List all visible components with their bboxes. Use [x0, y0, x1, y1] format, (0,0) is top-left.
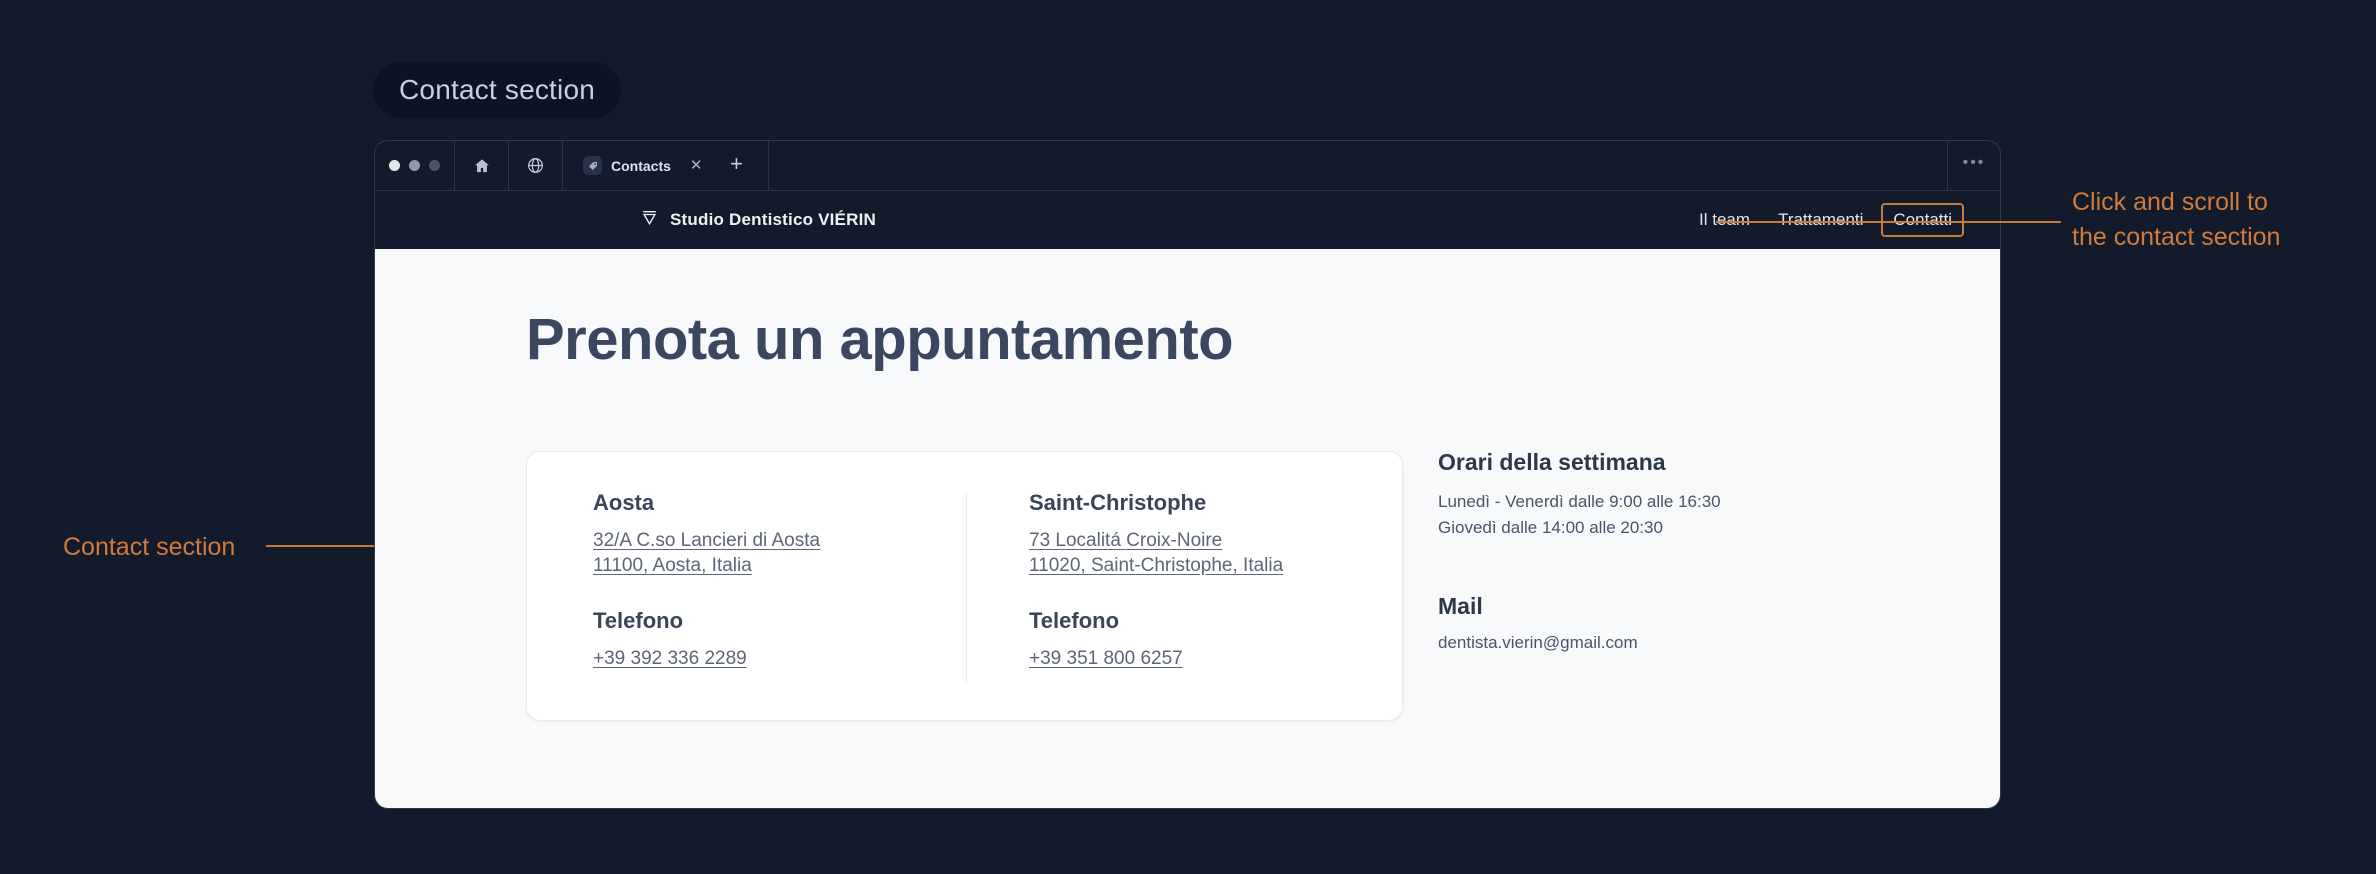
annotation-left-leader-line [266, 545, 374, 547]
location-address-line2[interactable]: 11020, Saint-Christophe, Italia [1029, 553, 1402, 578]
home-button[interactable] [455, 141, 509, 190]
more-menu-icon[interactable]: ••• [1948, 141, 2000, 190]
close-icon[interactable]: ✕ [686, 156, 707, 175]
screenshot-root: Contact section Contacts ✕ + ••• Studio … [0, 0, 2376, 874]
tab-strip: Contacts ✕ + [563, 141, 770, 190]
phone-label: Telefono [593, 608, 684, 634]
location-name: Saint-Christophe [1029, 490, 1207, 515]
location-name: Aosta [593, 490, 655, 515]
nav-link-il-team[interactable]: Il team [1685, 204, 1764, 236]
annotation-right-line2: the contact section [2072, 222, 2281, 251]
site-nav-links: Il team Trattamenti Contatti [1685, 203, 1964, 237]
location-aosta: Aosta 32/A C.so Lancieri di Aosta 11100,… [527, 490, 966, 686]
nav-link-contatti[interactable]: Contatti [1881, 203, 1964, 237]
annotation-right-text: Click and scroll to the contact section [2072, 185, 2280, 254]
funnel-logo-icon [640, 208, 659, 232]
hours-line-2: Giovedì dalle 14:00 alle 20:30 [1438, 518, 1663, 537]
new-tab-button[interactable]: + [714, 153, 758, 178]
hours-line-1: Lunedì - Venerdì dalle 9:00 alle 16:30 [1438, 492, 1721, 511]
tab-bar-spacer [769, 141, 1948, 190]
window-controls[interactable] [375, 141, 455, 190]
phone-number[interactable]: +39 351 800 6257 [1029, 646, 1402, 671]
window-dot-2-icon[interactable] [409, 160, 420, 171]
location-address-line1[interactable]: 73 Localitá Croix-Noire [1029, 528, 1402, 553]
annotation-right-line1: Click and scroll to [2072, 188, 2268, 216]
mail-title: Mail [1438, 593, 1483, 619]
mail-address[interactable]: dentista.vierin@gmail.com [1438, 633, 1858, 653]
page-content: Prenota un appuntamento Aosta 32/A C.so … [375, 249, 2000, 808]
globe-button[interactable] [509, 141, 563, 190]
brand[interactable]: Studio Dentistico VIÉRIN [640, 208, 876, 232]
page-title: Prenota un appuntamento [526, 307, 1234, 372]
browser-window: Contacts ✕ + ••• Studio Dentistico VIÉRI… [374, 140, 2001, 809]
location-address-line2[interactable]: 11100, Aosta, Italia [593, 553, 966, 578]
phone-label: Telefono [1029, 608, 1120, 634]
site-favicon-icon [583, 156, 602, 175]
tab-contacts[interactable]: Contacts ✕ [575, 151, 714, 180]
annotation-right-leader-line [1716, 221, 2061, 223]
location-saint-christophe: Saint-Christophe 73 Localitá Croix-Noire… [967, 490, 1402, 686]
site-navbar: Studio Dentistico VIÉRIN Il team Trattam… [375, 191, 2000, 249]
section-pill-text: Contact section [399, 74, 595, 105]
side-info-panel: Orari della settimana Lunedì - Venerdì d… [1438, 449, 1858, 653]
brand-name: Studio Dentistico VIÉRIN [670, 210, 876, 229]
section-pill-label: Contact section [373, 62, 621, 118]
nav-link-trattamenti[interactable]: Trattamenti [1764, 204, 1877, 236]
contact-card: Aosta 32/A C.so Lancieri di Aosta 11100,… [526, 451, 1403, 721]
location-address-line1[interactable]: 32/A C.so Lancieri di Aosta [593, 528, 966, 553]
hours-title: Orari della settimana [1438, 449, 1666, 475]
globe-icon [526, 156, 545, 175]
window-dot-3-icon[interactable] [429, 160, 440, 171]
phone-number[interactable]: +39 392 336 2289 [593, 646, 966, 671]
window-dot-1-icon[interactable] [389, 160, 400, 171]
tab-title: Contacts [611, 157, 671, 174]
home-icon [473, 157, 491, 175]
browser-tab-bar: Contacts ✕ + ••• [375, 141, 2000, 191]
annotation-left-text: Contact section [63, 533, 236, 561]
